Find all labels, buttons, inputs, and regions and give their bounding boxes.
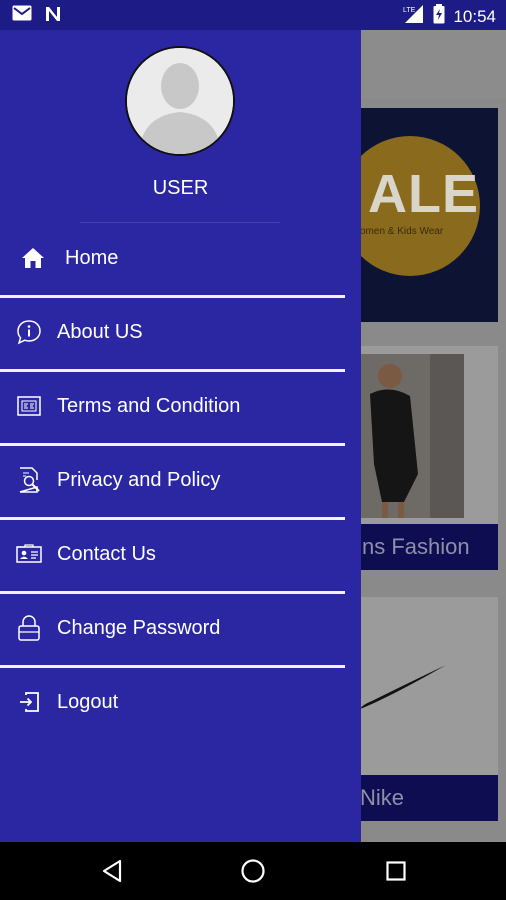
menu-item-label: Home [65,246,119,269]
contact-card-icon [16,541,42,567]
document-icon [16,393,42,419]
category-label-fashion: ns Fashion [360,524,498,570]
menu-item-label: Terms and Condition [57,394,241,417]
menu-item-change-password[interactable]: Change Password [0,592,361,664]
n-app-icon [44,5,62,28]
category-card-womens-fashion[interactable]: ns Fashion [360,346,498,570]
home-circle-icon[interactable] [238,856,268,886]
system-navigation-bar [0,842,506,900]
clock: 10:54 [453,6,496,26]
user-name: USER [152,177,209,199]
menu-item-privacy[interactable]: Privacy and Policy [0,444,361,516]
battery-icon [433,4,445,29]
category-label-nike: Nike [360,775,498,821]
recents-icon[interactable] [381,856,411,886]
home-icon [20,245,46,271]
fashion-model-image [360,354,464,518]
menu-item-contact-us[interactable]: Contact Us [0,518,361,590]
menu-item-logout[interactable]: Logout [0,666,361,738]
menu-item-label: Logout [57,690,119,713]
status-bar: LTE 10:54 [0,0,506,30]
back-icon[interactable] [97,856,127,886]
sale-banner[interactable]: ALE omen & Kids Wear [360,108,498,322]
info-icon [16,319,42,345]
lte-signal-icon: LTE [403,4,425,29]
menu-item-label: Contact Us [57,542,156,565]
category-card-nike[interactable]: Nike [360,597,498,821]
search-document-icon [16,467,42,493]
sale-banner-text: ALE [368,164,479,224]
avatar[interactable] [125,46,235,156]
menu-item-terms[interactable]: Terms and Condition [0,370,361,442]
nike-swoosh-icon [360,665,446,709]
gmail-icon [12,5,32,28]
menu-item-label: About US [57,320,143,343]
menu-item-label: Change Password [57,616,221,639]
svg-text:LTE: LTE [403,7,416,14]
navigation-drawer: USER Home About US Terms and Condition P… [0,30,361,842]
menu-item-label: Privacy and Policy [57,468,221,491]
logout-icon [16,689,42,715]
menu-item-about-us[interactable]: About US [0,296,361,368]
menu-item-home[interactable]: Home [0,222,361,294]
lock-icon [16,615,42,641]
sale-banner-subtext: omen & Kids Wear [360,226,444,237]
